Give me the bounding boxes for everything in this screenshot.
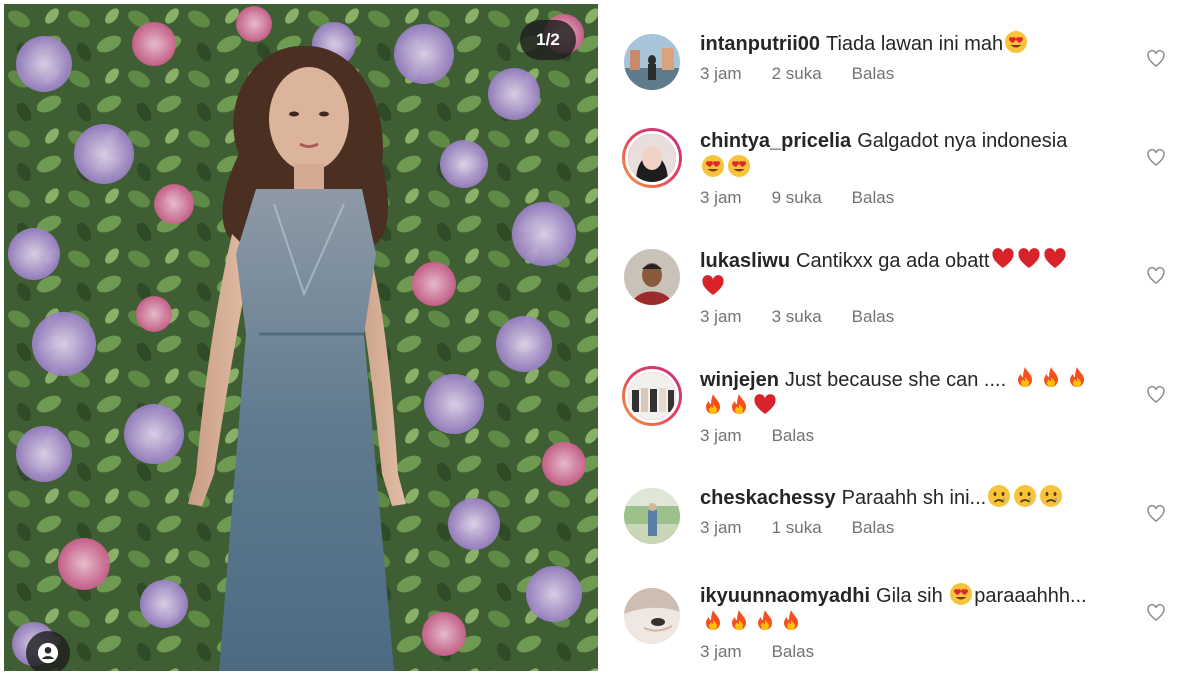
comment-time: 3 jam: [700, 518, 742, 537]
comment-body: Tiada lawan ini mah: [826, 33, 1004, 55]
fire-icon: [701, 393, 725, 417]
comment-likes-count[interactable]: 3 suka: [772, 307, 822, 327]
avatar-image: [628, 372, 676, 420]
comment-text: winjejen Just because she can ....: [700, 366, 1130, 420]
like-heart-icon[interactable]: [1146, 266, 1166, 286]
comment-likes-count[interactable]: 9 suka: [772, 188, 822, 208]
avatar-image: [624, 588, 680, 644]
comment-body: Just because she can ....: [784, 369, 1007, 391]
like-heart-icon[interactable]: [1146, 49, 1166, 69]
tagged-people-button[interactable]: [26, 631, 70, 671]
reply-button[interactable]: Balas: [852, 307, 895, 327]
heart-eyes-icon: [701, 154, 725, 178]
fire-icon: [727, 609, 751, 633]
avatar[interactable]: [624, 488, 680, 544]
comment-time: 3 jam: [700, 307, 742, 326]
comment-username[interactable]: winjejen: [700, 369, 779, 391]
sad-face-icon: [1013, 484, 1037, 508]
fire-icon: [1013, 366, 1037, 390]
reply-button[interactable]: Balas: [772, 642, 815, 662]
like-heart-icon[interactable]: [1146, 148, 1166, 168]
fire-icon: [753, 609, 777, 633]
like-heart-icon[interactable]: [1146, 603, 1166, 623]
avatar[interactable]: [624, 588, 680, 644]
comment-username[interactable]: cheskachessy: [700, 487, 836, 509]
like-heart-icon[interactable]: [1146, 385, 1166, 405]
heart-eyes-icon: [949, 582, 973, 606]
comment-body: Gila sih: [876, 585, 943, 607]
reply-button[interactable]: Balas: [772, 426, 815, 446]
fire-icon: [1039, 366, 1063, 390]
person-tag-icon: [37, 642, 59, 664]
reply-button[interactable]: Balas: [852, 64, 895, 84]
comment-meta: 3 jam Balas: [700, 426, 844, 446]
comment-likes-count[interactable]: 1 suka: [772, 518, 822, 538]
avatar-image: [624, 488, 680, 544]
comment-meta: 3 jam 3 suka Balas: [700, 307, 924, 327]
comment-username[interactable]: intanputrii00: [700, 33, 820, 55]
reply-button[interactable]: Balas: [852, 188, 895, 208]
comment-text: ikyuunnaomyadhi Gila sih paraaahhh...: [700, 582, 1130, 636]
image-counter-badge: 1/2: [520, 20, 576, 60]
comments-list: intanputrii00 Tiada lawan ini mah 3 jam 2…: [600, 0, 1200, 675]
sad-face-icon: [987, 484, 1011, 508]
avatar[interactable]: [622, 128, 682, 188]
avatar[interactable]: [624, 34, 680, 90]
post-photo[interactable]: 1/2: [4, 4, 598, 671]
comment-time: 3 jam: [700, 642, 742, 661]
comment-text: cheskachessy Paraahh sh ini...: [700, 484, 1130, 511]
red-heart-icon: [701, 274, 725, 298]
comment-likes-count[interactable]: 2 suka: [772, 64, 822, 84]
heart-eyes-icon: [1004, 30, 1028, 54]
comment-username[interactable]: chintya_pricelia: [700, 130, 851, 152]
woman-in-floral-backdrop-image: [4, 4, 598, 671]
comment-text: chintya_pricelia Galgadot nya indonesia: [700, 128, 1130, 181]
avatar-image: [628, 134, 676, 182]
heart-eyes-icon: [727, 154, 751, 178]
fire-icon: [779, 609, 803, 633]
avatar-image: [624, 249, 680, 305]
comment-body: Galgadot nya indonesia: [857, 130, 1068, 152]
fire-icon: [1065, 366, 1089, 390]
sad-face-icon: [1039, 484, 1063, 508]
red-heart-icon: [753, 393, 777, 417]
comment-time: 3 jam: [700, 188, 742, 207]
comment-meta: 3 jam 2 suka Balas: [700, 64, 924, 84]
like-heart-icon[interactable]: [1146, 504, 1166, 524]
comment-body: Paraahh sh ini...: [841, 487, 987, 509]
comment-username[interactable]: ikyuunnaomyadhi: [700, 585, 870, 607]
comment-body-continued: paraaahhh...: [974, 585, 1087, 607]
reply-button[interactable]: Balas: [852, 518, 895, 538]
red-heart-icon: [991, 247, 1015, 271]
comment-time: 3 jam: [700, 426, 742, 445]
comment-body: Cantikxx ga ada obatt: [796, 250, 990, 272]
fire-icon: [701, 609, 725, 633]
comment-text: lukasliwu Cantikxx ga ada obatt: [700, 247, 1130, 301]
avatar-image: [624, 34, 680, 90]
comment-text: intanputrii00 Tiada lawan ini mah: [700, 30, 1130, 57]
comment-meta: 3 jam 1 suka Balas: [700, 518, 924, 538]
avatar[interactable]: [624, 249, 680, 305]
red-heart-icon: [1043, 247, 1067, 271]
fire-icon: [727, 393, 751, 417]
comment-time: 3 jam: [700, 64, 742, 83]
comment-username[interactable]: lukasliwu: [700, 250, 790, 272]
avatar[interactable]: [622, 366, 682, 426]
comment-meta: 3 jam 9 suka Balas: [700, 188, 924, 208]
comment-meta: 3 jam Balas: [700, 642, 844, 662]
red-heart-icon: [1017, 247, 1041, 271]
